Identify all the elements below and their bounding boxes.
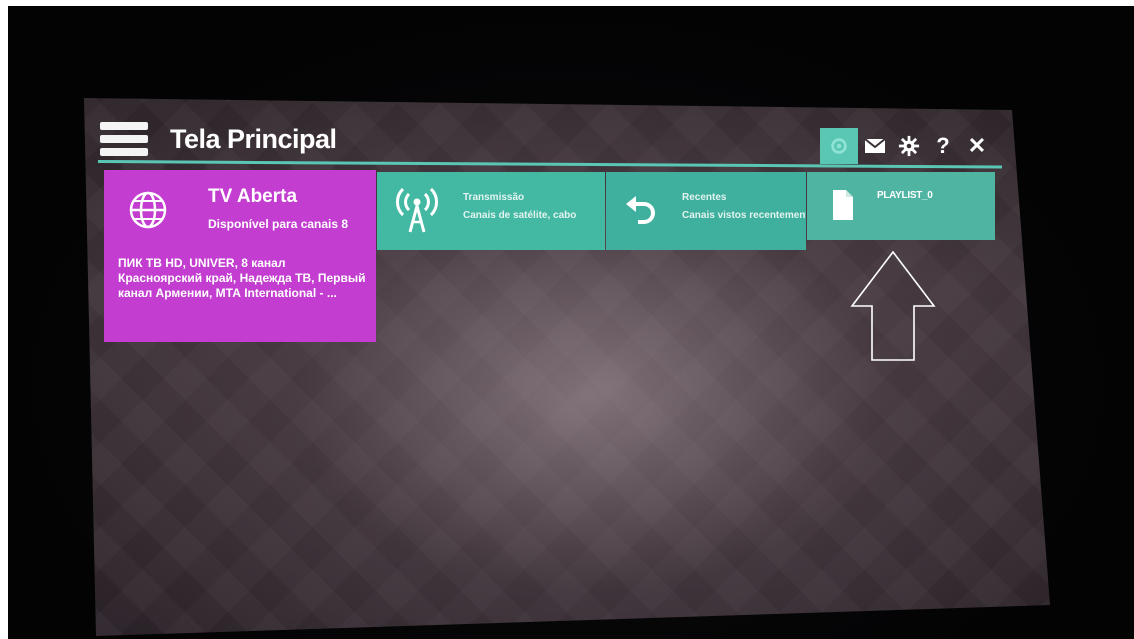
up-arrow-icon <box>850 250 936 361</box>
globe-icon <box>129 191 167 229</box>
mail-button[interactable] <box>858 129 892 163</box>
page-title: Tela Principal <box>170 124 337 154</box>
tile-subtitle: Disponível para canais 8 <box>208 217 349 231</box>
tile-title: TV Aberta <box>208 186 298 207</box>
toolbar: ? ✕ <box>820 128 994 164</box>
channel-list-text: ПИК ТВ HD, UNIVER, 8 канал Красноярский … <box>118 256 366 300</box>
mail-icon <box>864 138 886 153</box>
tile-recentes[interactable]: Recentes Canais vistos recentemente <box>606 172 806 250</box>
tile-playlist[interactable]: PLAYLIST_0 <box>807 172 995 240</box>
tile-subtitle: Canais vistos recentemente <box>682 210 806 221</box>
tile-title: Transmissão <box>463 192 525 203</box>
menu-logo-icon[interactable] <box>100 122 150 158</box>
photo-edge-top <box>0 0 1134 6</box>
undo-icon <box>626 196 655 224</box>
close-icon: ✕ <box>967 133 987 158</box>
tile-title: Recentes <box>682 192 727 203</box>
help-button[interactable]: ? <box>926 129 960 163</box>
tile-subtitle: Canais de satélite, cabo <box>463 210 577 221</box>
settings-icon <box>898 135 920 157</box>
tile-transmissao[interactable]: Transmissão Canais de satélite, cabo <box>377 172 605 250</box>
help-icon: ? <box>936 133 950 158</box>
close-button[interactable]: ✕ <box>960 129 994 163</box>
photo-edge-left <box>0 0 8 639</box>
gear-icon <box>831 138 847 154</box>
settings-button[interactable] <box>892 129 926 163</box>
gear-button[interactable] <box>820 128 858 164</box>
antenna-icon <box>396 187 438 233</box>
document-icon <box>833 190 853 220</box>
tile-tv-aberta[interactable]: TV Aberta Disponível para canais 8 ПИК Т… <box>104 170 376 342</box>
tile-title: PLAYLIST_0 <box>877 190 933 201</box>
